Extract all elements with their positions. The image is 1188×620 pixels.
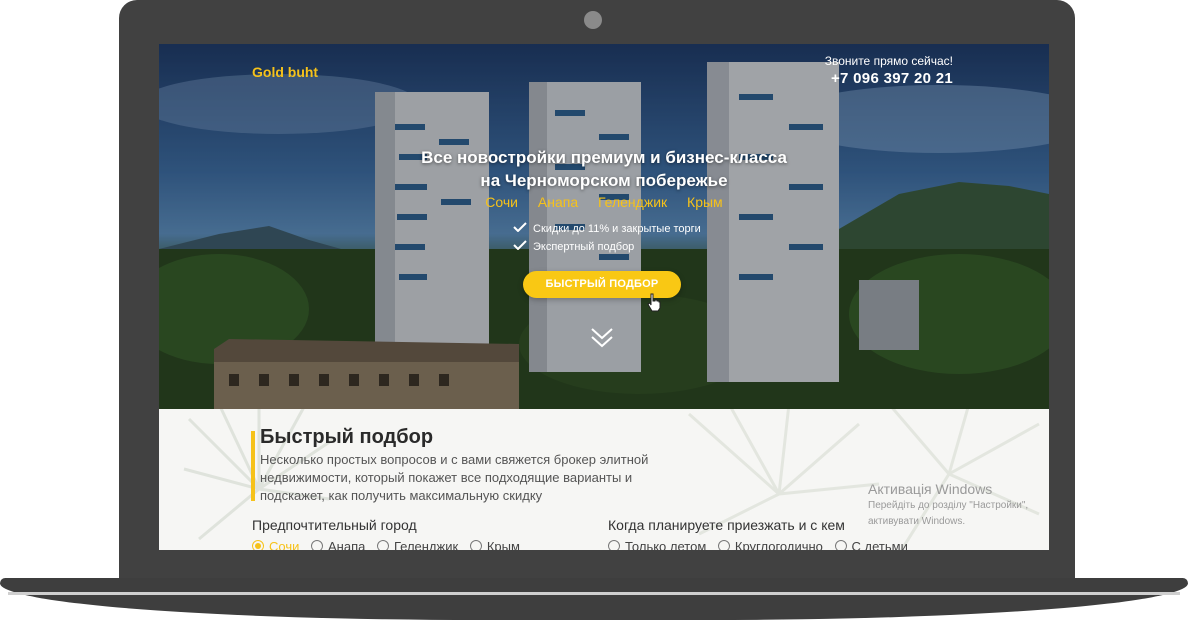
section-title: Быстрый подбор <box>260 426 434 448</box>
check-icon <box>513 240 527 250</box>
phone-link[interactable]: +7 096 397 20 21 <box>825 70 953 87</box>
watermark-line: активувати Windows. <box>868 516 966 527</box>
radio-option-sochi[interactable]: Сочи <box>252 539 299 550</box>
check-icon <box>513 222 527 232</box>
feature-item: Экспертный подбор <box>513 238 701 256</box>
radio-icon[interactable] <box>717 540 730 550</box>
arrival-radio-group: Только летом Круглогодично С детьми <box>608 539 916 550</box>
section-description: Несколько простых вопросов и с вами свяж… <box>260 452 649 503</box>
city-radio-group: Сочи Анапа Геленджик Крым <box>252 539 528 550</box>
radio-option-with-children[interactable]: С детьми <box>834 539 908 550</box>
arrival-group-title: Когда планируете приезжать и с кем <box>608 517 845 533</box>
hero-section: Gold buht Звоните прямо сейчас! +7 096 3… <box>159 44 1049 409</box>
radio-selected-icon[interactable] <box>252 540 264 550</box>
radio-icon[interactable] <box>834 540 847 550</box>
radio-option-year-round[interactable]: Круглогодично <box>717 539 823 550</box>
radio-option-gelendzhik[interactable]: Геленджик <box>376 539 459 550</box>
city-link-sochi[interactable]: Сочи <box>485 194 518 210</box>
radio-label: С детьми <box>851 539 908 550</box>
city-link-crimea[interactable]: Крым <box>687 194 723 210</box>
radio-option-crimea[interactable]: Крым <box>469 539 520 550</box>
radio-icon[interactable] <box>608 540 620 550</box>
laptop-screen: Gold buht Звоните прямо сейчас! +7 096 3… <box>159 44 1049 550</box>
radio-icon[interactable] <box>469 540 482 550</box>
city-link-gelendzhik[interactable]: Геленджик <box>598 194 667 210</box>
quick-selection-section: Быстрый подбор Несколько простых вопросо… <box>159 409 1049 550</box>
call-label: Звоните прямо сейчас! <box>824 54 953 68</box>
hand-cursor-icon <box>647 293 661 312</box>
watermark-line: Перейдіть до розділу "Настройки", <box>868 500 1029 511</box>
scroll-down-chevron-icon[interactable] <box>590 327 614 349</box>
laptop-base-highlight <box>8 592 1180 595</box>
city-group-title: Предпочтительный город <box>252 517 417 533</box>
accent-bar <box>251 431 255 501</box>
radio-label: Круглогодично <box>734 539 823 550</box>
feature-text: Скидки до 11% и закрытые торги <box>533 223 701 235</box>
radio-label: Крым <box>486 539 520 550</box>
laptop-base <box>0 578 1188 620</box>
hero-headline-line-2: на Черноморском побережье <box>480 171 728 190</box>
watermark-title: Активація Windows <box>868 481 993 497</box>
city-links: Сочи Анапа Геленджик Крым <box>159 194 1049 210</box>
logo[interactable]: Gold buht <box>252 64 318 80</box>
radio-label: Только летом <box>625 539 707 550</box>
hero-headline-line-1: Все новостройки премиум и бизнес-класса <box>421 148 787 167</box>
windows-activation-watermark: Активація Windows Перейдіть до розділу "… <box>868 481 1028 529</box>
radio-option-anapa[interactable]: Анапа <box>311 539 365 550</box>
radio-option-summer-only[interactable]: Только летом <box>608 539 706 550</box>
radio-icon[interactable] <box>376 540 389 550</box>
webcam-icon <box>584 11 602 29</box>
radio-label: Анапа <box>328 539 366 550</box>
radio-label: Геленджик <box>393 539 459 550</box>
city-link-anapa[interactable]: Анапа <box>538 194 578 210</box>
feature-list: Скидки до 11% и закрытые торги Экспертны… <box>513 220 701 256</box>
radio-label: Сочи <box>269 539 300 550</box>
radio-icon[interactable] <box>311 540 323 550</box>
feature-item: Скидки до 11% и закрытые торги <box>513 220 701 238</box>
call-block: Звоните прямо сейчас! +7 096 397 20 21 <box>825 54 953 87</box>
feature-text: Экспертный подбор <box>533 241 635 253</box>
